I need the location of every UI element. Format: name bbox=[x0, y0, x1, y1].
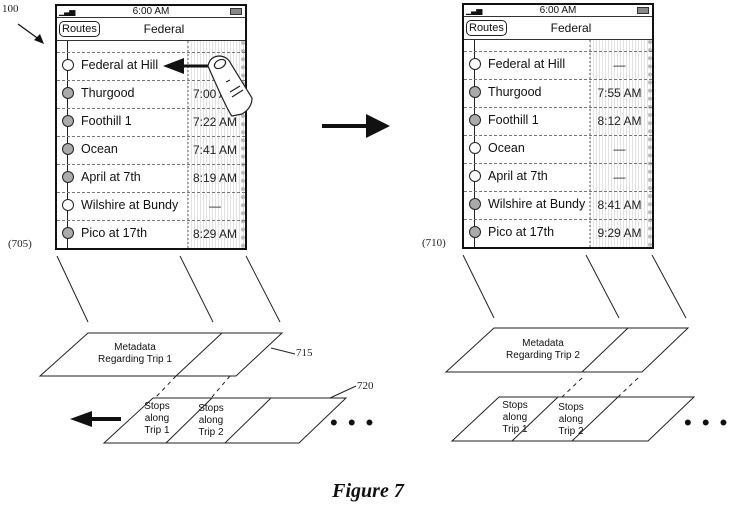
projection-line bbox=[56, 255, 89, 323]
diagram-lines bbox=[17, 23, 696, 444]
metadata-label-line: Metadata bbox=[522, 338, 564, 349]
projection-line bbox=[179, 255, 214, 323]
dashed-connector bbox=[211, 375, 231, 398]
cell-line: Trip 1 bbox=[502, 424, 528, 435]
more-items-ellipsis: • • • bbox=[330, 410, 376, 435]
metadata-ref-label: 715 bbox=[296, 347, 313, 359]
leader-715 bbox=[270, 347, 296, 355]
stops-trip-1-cell: Stops along Trip 1 bbox=[132, 401, 182, 437]
cell-line: Stops bbox=[558, 402, 584, 413]
stops-trip-1-cell: Stops along Trip 1 bbox=[490, 400, 540, 436]
stops-ref-label: 720 bbox=[357, 380, 374, 392]
cell-line: Stops bbox=[198, 403, 224, 414]
projection-line bbox=[585, 254, 620, 319]
cell-line: along bbox=[144, 413, 170, 424]
leader-720 bbox=[329, 385, 357, 399]
finger-icon bbox=[207, 55, 253, 117]
swipe-left-arrow bbox=[163, 58, 215, 74]
metadata-trip-2-label: Metadata Regarding Trip 2 bbox=[478, 338, 608, 362]
projection-line bbox=[462, 254, 495, 319]
scroll-left-arrow bbox=[70, 411, 121, 427]
stops-trip-2-cell: Stops along Trip 2 bbox=[186, 403, 236, 439]
cell-line: Stops bbox=[502, 400, 528, 411]
cell-line: along bbox=[502, 412, 528, 423]
metadata-label-line: Metadata bbox=[114, 342, 156, 353]
more-items-ellipsis: • • • bbox=[684, 410, 730, 435]
dashed-connector bbox=[617, 377, 639, 398]
cell-line: Trip 2 bbox=[558, 426, 584, 437]
metadata-label-line: Regarding Trip 1 bbox=[98, 354, 172, 365]
metadata-trip-1-label: Metadata Regarding Trip 1 bbox=[70, 342, 200, 366]
figure-caption: Figure 7 bbox=[332, 480, 404, 502]
metadata-label-line: Regarding Trip 2 bbox=[506, 350, 580, 361]
stops-trip-2-cell: Stops along Trip 2 bbox=[546, 402, 596, 438]
cell-line: Trip 1 bbox=[144, 425, 170, 436]
cell-line: Stops bbox=[144, 401, 170, 412]
cell-line: along bbox=[198, 415, 224, 426]
projection-line bbox=[651, 254, 687, 319]
cell-line: along bbox=[558, 414, 584, 425]
dashed-connector bbox=[561, 377, 583, 398]
cell-line: Trip 2 bbox=[198, 427, 224, 438]
dashed-connector bbox=[155, 375, 177, 398]
projection-line bbox=[245, 255, 281, 323]
transition-arrow bbox=[322, 114, 390, 138]
device-pointer-arrow bbox=[17, 23, 44, 44]
